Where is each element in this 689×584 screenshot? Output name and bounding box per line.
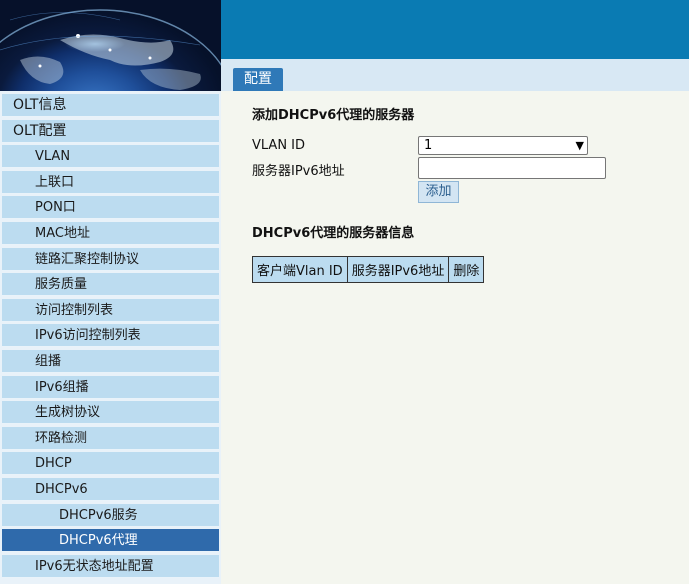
- sidebar-item[interactable]: 链路汇聚控制协议: [2, 248, 219, 271]
- sidebar-item[interactable]: MAC地址: [2, 222, 219, 245]
- vlan-id-label: VLAN ID: [252, 138, 306, 153]
- sidebar-item[interactable]: VLAN: [2, 145, 219, 168]
- add-button[interactable]: 添加: [418, 181, 459, 203]
- sidebar-item[interactable]: DHCP: [2, 452, 219, 475]
- tab-config[interactable]: 配置: [233, 68, 283, 91]
- sidebar-item[interactable]: 生成树协议: [2, 401, 219, 424]
- column-header-delete: 删除: [448, 256, 485, 283]
- sidebar-item[interactable]: OLT配置: [2, 120, 219, 143]
- sidebar-item[interactable]: DHCPv6服务: [2, 504, 219, 527]
- sidebar-item[interactable]: 环路检测: [2, 427, 219, 450]
- sidebar-item[interactable]: IPv6组播: [2, 376, 219, 399]
- sidebar-item[interactable]: 上联口: [2, 171, 219, 194]
- sidebar-item[interactable]: IPv6访问控制列表: [2, 324, 219, 347]
- column-header-server-ipv6: 服务器IPv6地址: [346, 256, 450, 283]
- vlan-id-value: 1: [424, 138, 433, 153]
- top-header-bar: [221, 0, 689, 59]
- sidebar-item[interactable]: IPv6无状态地址配置: [2, 555, 219, 578]
- sidebar-item[interactable]: DHCPv6代理: [2, 529, 219, 552]
- server-ipv6-input[interactable]: [418, 157, 606, 179]
- table-header-row: 客户端Vlan ID 服务器IPv6地址 删除: [252, 256, 485, 283]
- sidebar-item[interactable]: 服务质量: [2, 273, 219, 296]
- sidebar-item[interactable]: DHCPv6: [2, 478, 219, 501]
- sidebar-item[interactable]: OLT信息: [2, 94, 219, 117]
- globe-banner: [0, 0, 221, 91]
- server-info-title: DHCPv6代理的服务器信息: [252, 226, 415, 241]
- sidebar-item[interactable]: 访问控制列表: [2, 299, 219, 322]
- sidebar-item[interactable]: PON口: [2, 196, 219, 219]
- sidebar: OLT信息 OLT配置 VLAN 上联口 PON口 MAC地址链路汇聚控制协议 服务质量访问…: [0, 91, 221, 584]
- server-ipv6-label: 服务器IPv6地址: [252, 164, 345, 179]
- vlan-id-select[interactable]: 1 ▼: [418, 136, 588, 155]
- main-content: 添加DHCPv6代理的服务器 VLAN ID 1 ▼ 服务器IPv6地址 添加 …: [221, 91, 689, 584]
- chevron-down-icon: ▼: [575, 139, 584, 152]
- add-server-title: 添加DHCPv6代理的服务器: [252, 108, 415, 123]
- server-info-table: 客户端Vlan ID 服务器IPv6地址 删除: [252, 256, 485, 283]
- column-header-client-vlan: 客户端Vlan ID: [252, 256, 348, 283]
- sidebar-item[interactable]: 组播: [2, 350, 219, 373]
- tab-strip: 配置: [221, 59, 689, 91]
- globe-image: [0, 9, 221, 90]
